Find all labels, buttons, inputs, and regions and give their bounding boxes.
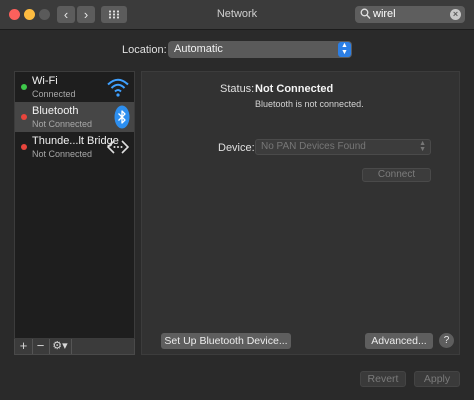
service-name: Wi-Fi: [32, 75, 58, 87]
apply-button[interactable]: Apply: [414, 371, 460, 387]
remove-service-button[interactable]: −: [32, 339, 50, 354]
location-select[interactable]: Automatic ▲ ▼: [168, 41, 352, 58]
connect-button[interactable]: Connect: [362, 168, 431, 182]
wifi-icon: [107, 78, 129, 97]
device-label: Device:: [218, 142, 255, 154]
search-icon: [360, 8, 371, 19]
status-description: Bluetooth is not connected.: [255, 99, 364, 109]
service-list-toolbar: + − ⚙▾: [14, 339, 135, 355]
advanced-button[interactable]: Advanced...: [365, 333, 433, 349]
help-button[interactable]: ?: [439, 333, 454, 348]
select-arrows-icon: ▲ ▼: [338, 42, 351, 57]
location-label: Location:: [122, 44, 167, 56]
add-service-button[interactable]: +: [15, 339, 33, 354]
revert-button[interactable]: Revert: [360, 371, 406, 387]
status-dot: [21, 114, 27, 120]
service-item-thunderbolt-bridge[interactable]: Thunde...lt Bridge Not Connected: [15, 132, 134, 162]
device-value: No PAN Devices Found: [261, 141, 366, 152]
setup-bluetooth-device-button[interactable]: Set Up Bluetooth Device...: [161, 333, 291, 349]
search-input[interactable]: [373, 7, 443, 21]
select-arrows-icon: ▲ ▼: [419, 140, 426, 153]
service-item-wifi[interactable]: Wi-Fi Connected: [15, 72, 134, 102]
service-status: Not Connected: [32, 119, 93, 129]
service-status: Connected: [32, 89, 76, 99]
location-value: Automatic: [174, 43, 223, 55]
thunderbolt-bridge-icon: [106, 140, 130, 154]
device-select[interactable]: No PAN Devices Found ▲ ▼: [255, 139, 431, 155]
service-status: Not Connected: [32, 149, 93, 159]
service-item-bluetooth[interactable]: Bluetooth Not Connected: [15, 102, 134, 132]
service-list: Wi-Fi Connected Bluetooth Not Connected …: [14, 71, 135, 339]
gear-menu-button[interactable]: ⚙▾: [49, 339, 72, 354]
search-field[interactable]: ×: [355, 6, 465, 23]
clear-search-icon[interactable]: ×: [450, 9, 461, 20]
bluetooth-icon: [114, 105, 130, 129]
status-dot: [21, 84, 27, 90]
service-name: Bluetooth: [32, 105, 79, 117]
status-label: Status:: [220, 83, 255, 95]
status-value: Not Connected: [255, 83, 334, 95]
detail-panel: [141, 71, 460, 355]
title-bar: ‹ › Network ×: [0, 0, 474, 30]
status-dot: [21, 144, 27, 150]
